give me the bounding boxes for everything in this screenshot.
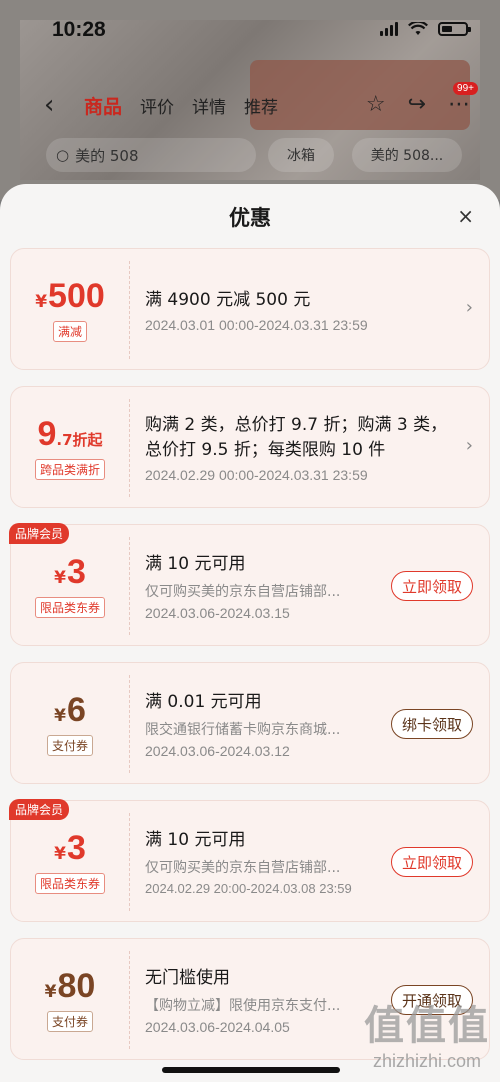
coupon-amount: ¥3: [54, 828, 86, 867]
share-icon[interactable]: ↪: [408, 92, 426, 117]
promo-card-cross-category-discount[interactable]: 9.7折起 跨品类满折 购满 2 类，总价打 9.7 折；购满 3 类，总价打 …: [10, 386, 490, 508]
coupon-desc: 仅可购买美的京东自营店铺部...: [145, 860, 341, 876]
promo-amount-area: ¥500 满减: [11, 249, 129, 371]
chevron-right-icon: ›: [465, 435, 473, 456]
tab-reviews[interactable]: 评价: [140, 93, 174, 118]
coupon-date: 2024.03.06-2024.03.12: [145, 742, 290, 759]
tab-details[interactable]: 详情: [192, 93, 226, 118]
promo-date: 2024.02.29 00:00-2024.03.31 23:59: [145, 467, 368, 483]
favorite-star-icon[interactable]: ☆: [366, 92, 386, 117]
claim-now-button[interactable]: 立即领取: [390, 847, 473, 877]
product-nav: ‹ 商品 评价 详情 推荐 ☆ ↪ ⋯ 99+: [0, 82, 500, 124]
close-icon[interactable]: ×: [457, 204, 474, 228]
dashed-divider: [129, 399, 130, 497]
nav-actions: ☆ ↪ ⋯ 99+: [366, 82, 478, 117]
search-text: 美的 508: [75, 146, 139, 165]
tab-recommend[interactable]: 推荐: [244, 93, 278, 118]
coupon-type-tag: 限品类东券: [34, 596, 105, 618]
wifi-icon: [408, 22, 428, 35]
status-time: 10:28: [52, 18, 106, 41]
coupon-info: 无门槛使用 【购物立减】限使用京东支付... 2024.03.06-2024.0…: [145, 939, 369, 1061]
coupon-amount: ¥6: [54, 690, 86, 729]
promo-info: 满 4900 元减 500 元 2024.03.01 00:00-2024.03…: [145, 249, 469, 371]
search-icon: ○: [56, 146, 70, 164]
watermark-logo: 值值值: [364, 1003, 490, 1049]
coupon-info: 满 10 元可用 仅可购买美的京东自营店铺部... 2024.02.29 20:…: [145, 801, 369, 923]
coupon-title: 满 10 元可用: [145, 553, 246, 574]
watermark-site: zhizhizhi.com: [372, 1051, 482, 1071]
promo-title: 满 4900 元减 500 元: [145, 289, 311, 310]
coupon-amount: ¥80: [44, 966, 96, 1005]
search-row: ○ 美的 508 冰箱 美的 508...: [0, 138, 500, 172]
coupon-amount-area: ¥6 支付券: [11, 663, 129, 785]
coupon-date: 2024.02.29 20:00-2024.03.08 23:59: [145, 881, 352, 896]
promo-amount: 9.7折起: [37, 414, 103, 453]
home-indicator: [162, 1067, 340, 1073]
coupon-amount-area: ¥80 支付券: [11, 939, 129, 1061]
promo-type-tag: 跨品类满折: [34, 458, 105, 480]
battery-icon: [438, 22, 471, 36]
promo-info: 购满 2 类，总价打 9.7 折；购满 3 类，总价打 9.5 折；每类限购 1…: [145, 387, 455, 509]
coupon-desc: 仅可购买美的京东自营店铺部...: [145, 583, 341, 600]
coupon-title: 满 0.01 元可用: [145, 691, 262, 712]
coupon-title: 满 10 元可用: [145, 830, 246, 850]
coupon-type-tag: 支付券: [46, 734, 93, 756]
coupon-desc: 限交通银行储蓄卡购京东商城...: [145, 721, 341, 738]
coupon-info: 满 0.01 元可用 限交通银行储蓄卡购京东商城... 2024.03.06-2…: [145, 663, 369, 785]
coupon-date: 2024.03.06-2024.03.15: [145, 604, 290, 621]
coupon-amount-area: ¥3 限品类东券: [11, 525, 129, 647]
coupon-amount-area: ¥3 限品类东券: [11, 801, 129, 923]
dashed-divider: [129, 537, 130, 635]
promo-amount: ¥500: [35, 276, 105, 315]
dashed-divider: [129, 675, 130, 773]
bind-card-claim-button[interactable]: 绑卡领取: [390, 709, 473, 739]
message-count-badge: 99+: [453, 82, 478, 95]
coupon-title: 无门槛使用: [145, 967, 230, 988]
search-chip[interactable]: 冰箱: [268, 138, 334, 172]
coupon-card: 品牌会员 ¥3 限品类东券 满 10 元可用 仅可购买美的京东自营店铺部... …: [9, 799, 490, 923]
claim-now-button[interactable]: 立即领取: [390, 571, 473, 601]
coupon-type-tag: 支付券: [46, 1010, 93, 1032]
signal-icon: [380, 22, 398, 36]
coupon-card: 品牌会员 ¥3 限品类东券 满 10 元可用 仅可购买美的京东自营店铺部... …: [9, 523, 490, 647]
search-chip[interactable]: 美的 508...: [352, 138, 462, 172]
promo-type-tag: 满减: [52, 320, 87, 342]
tab-product[interactable]: 商品: [84, 92, 122, 119]
promo-amount-area: 9.7折起 跨品类满折: [11, 387, 129, 509]
promo-title: 购满 2 类，总价打 9.7 折；购满 3 类，总价打 9.5 折；每类限购 1…: [145, 415, 448, 460]
status-bar: 10:28: [0, 0, 500, 50]
coupon-type-tag: 限品类东券: [34, 872, 105, 894]
dashed-divider: [129, 951, 130, 1049]
sheet-title: 优惠: [229, 206, 271, 230]
status-icons: [380, 22, 471, 36]
chevron-right-icon: ›: [465, 297, 473, 318]
dashed-divider: [129, 261, 130, 359]
coupon-desc: 【购物立减】限使用京东支付...: [145, 997, 341, 1014]
back-icon[interactable]: ‹: [44, 90, 54, 120]
promo-card-full-reduction[interactable]: ¥500 满减 满 4900 元减 500 元 2024.03.01 00:00…: [10, 248, 490, 370]
more-icon[interactable]: ⋯ 99+: [448, 82, 478, 117]
coupon-amount: ¥3: [54, 552, 86, 591]
coupon-date: 2024.03.06-2024.04.05: [145, 1018, 290, 1035]
promotions-sheet: 优惠 × ¥500 满减 满 4900 元减 500 元 2024.03.01 …: [0, 184, 500, 1082]
coupon-card: ¥6 支付券 满 0.01 元可用 限交通银行储蓄卡购京东商城... 2024.…: [10, 662, 490, 784]
site-watermark: 值值值 zhizhizhi.com: [364, 993, 490, 1072]
nav-tabs: 商品 评价 详情 推荐: [84, 92, 278, 119]
coupon-info: 满 10 元可用 仅可购买美的京东自营店铺部... 2024.03.06-202…: [145, 525, 369, 647]
dashed-divider: [129, 813, 130, 911]
background-product-page: 10:28 ‹ 商品 评价 详情 推荐 ☆ ↪ ⋯ 99+ ○ 美的 508 冰…: [0, 0, 500, 200]
promo-date: 2024.03.01 00:00-2024.03.31 23:59: [145, 316, 368, 333]
search-box[interactable]: ○ 美的 508: [46, 138, 256, 172]
